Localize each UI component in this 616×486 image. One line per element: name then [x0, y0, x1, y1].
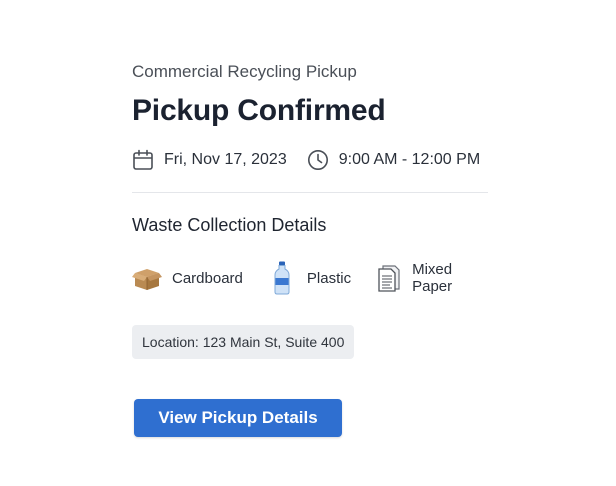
- pickup-card: Commercial Recycling Pickup Pickup Confi…: [0, 0, 616, 486]
- pickup-time: 9:00 AM - 12:00 PM: [307, 149, 480, 171]
- paper-document-icon: [375, 262, 402, 294]
- materials-list: Cardboard Plastic Mixed Paper: [132, 261, 488, 295]
- pickup-date-text: Fri, Nov 17, 2023: [164, 151, 287, 168]
- cardboard-box-icon: [132, 262, 162, 294]
- pickup-time-text: 9:00 AM - 12:00 PM: [338, 151, 481, 168]
- material-label: Plastic: [306, 269, 352, 287]
- material-plastic: Plastic: [267, 261, 352, 295]
- pickup-date: Fri, Nov 17, 2023: [132, 149, 287, 171]
- pickup-content: Commercial Recycling Pickup Pickup Confi…: [132, 60, 488, 437]
- view-pickup-details-button[interactable]: View Pickup Details: [134, 399, 342, 437]
- material-mixed-paper: Mixed Paper: [375, 261, 488, 295]
- location-tag: Location: 123 Main St, Suite 400: [132, 325, 355, 359]
- plastic-bottle-icon: [267, 261, 297, 295]
- material-label: Mixed Paper: [412, 261, 453, 295]
- page-title: Pickup Confirmed: [132, 94, 386, 127]
- clock-icon: [307, 149, 329, 171]
- material-cardboard: Cardboard: [132, 262, 243, 294]
- section-title: Waste Collection Details: [132, 215, 327, 235]
- divider: [132, 192, 488, 193]
- pickup-schedule: Fri, Nov 17, 2023 9:00 AM - 12:00 PM: [132, 146, 488, 174]
- material-label: Cardboard: [172, 269, 243, 287]
- calendar-icon: [132, 149, 154, 171]
- pickup-subtitle: Commercial Recycling Pickup: [132, 62, 357, 81]
